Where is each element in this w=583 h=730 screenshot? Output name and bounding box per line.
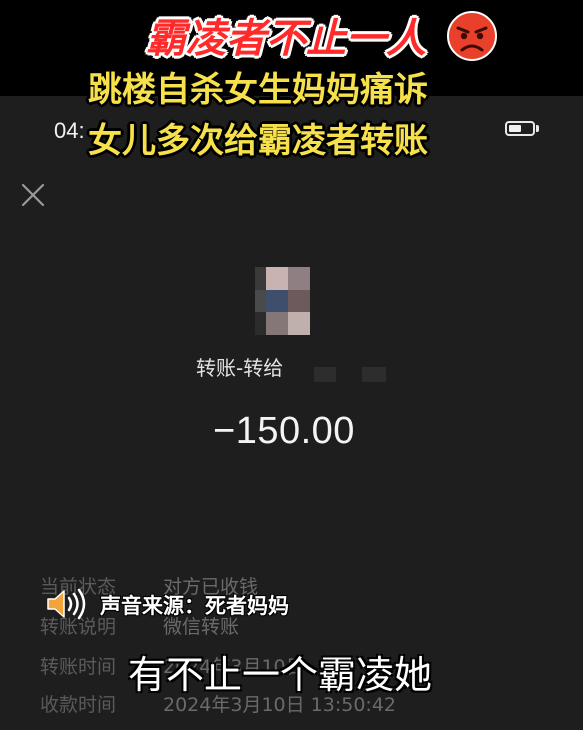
battery-tip: [536, 125, 539, 132]
avatar: [255, 267, 317, 335]
transfer-title: 转账-转给: [196, 356, 284, 380]
angry-face-icon: [446, 10, 498, 62]
speaker-icon: [44, 586, 88, 622]
receive-time-label: 收款时间: [40, 694, 117, 716]
close-icon[interactable]: [20, 182, 46, 208]
caption-line-1: 跳楼自杀女生妈妈痛诉: [88, 70, 428, 110]
recipient-name-mosaic: [362, 367, 386, 382]
sound-source-label: 声音来源：死者妈妈: [100, 594, 289, 618]
status-time: 04:: [54, 118, 85, 143]
battery-icon: [505, 121, 535, 136]
transfer-time-label: 转账时间: [40, 656, 117, 678]
battery-fill: [509, 125, 521, 132]
transfer-amount: −150.00: [213, 410, 355, 452]
caption-line-2: 女儿多次给霸凌者转账: [88, 121, 428, 161]
video-subtitle: 有不止一个霸凌她: [128, 653, 433, 697]
recipient-name-mosaic: [314, 367, 336, 382]
caption-headline: 霸凌者不止一人: [146, 16, 426, 62]
